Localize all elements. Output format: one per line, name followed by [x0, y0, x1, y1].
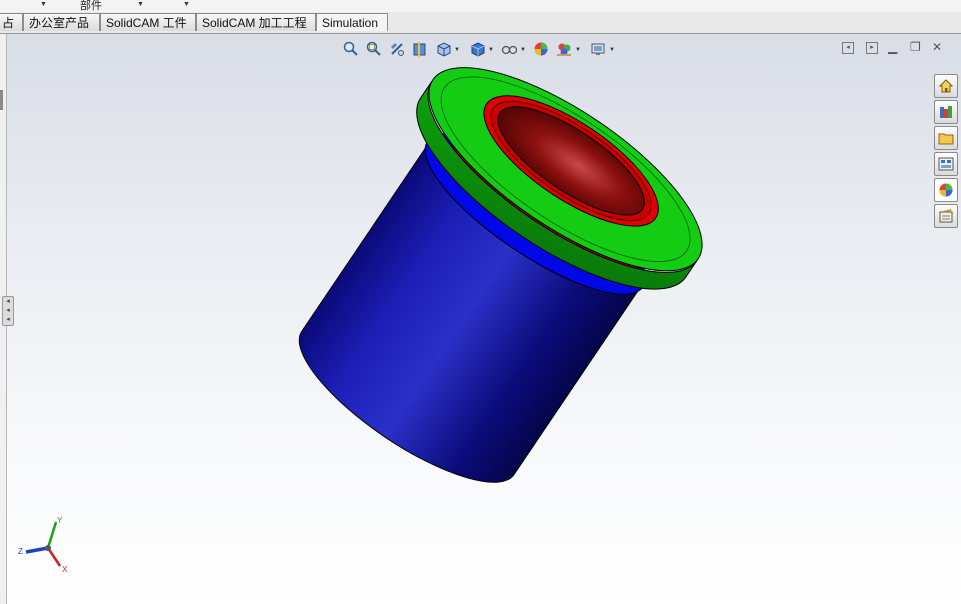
tab-simulation[interactable]: Simulation [316, 13, 388, 31]
triad-y-label: Y [57, 516, 63, 525]
y-axis-arrow [46, 521, 58, 549]
ribbon-dropdown-arrow[interactable]: ▼ [137, 1, 144, 8]
triad-origin [45, 545, 51, 551]
model-part[interactable] [252, 34, 730, 526]
model-graphics[interactable] [0, 34, 961, 604]
ribbon-dropdown-arrow[interactable]: ▼ [40, 1, 47, 8]
x-axis-arrow [46, 547, 62, 567]
tab-solidcam-machining[interactable]: SolidCAM 加工工程 [196, 13, 316, 31]
triad-x-label: X [62, 565, 68, 574]
graphics-viewport[interactable]: ◂ ◂ ◂ ▼ ▼ ▼ ▼ ▼ ◂ ▸ ▁ ❐ ✕ Y X Z [0, 34, 961, 604]
tab-office-products[interactable]: 办公室产品 [23, 13, 100, 31]
command-manager-tabs: 占 办公室产品 SolidCAM 工件 SolidCAM 加工工程 Simula… [0, 12, 961, 34]
z-axis-arrow [25, 546, 49, 554]
triad-z-label: Z [18, 547, 23, 556]
ribbon-dropdown-arrow[interactable]: ▼ [183, 1, 190, 8]
tab-solidcam-stock[interactable]: SolidCAM 工件 [100, 13, 196, 31]
tab-partial[interactable]: 占 [0, 13, 23, 31]
reference-triad: Y X Z [18, 516, 68, 574]
